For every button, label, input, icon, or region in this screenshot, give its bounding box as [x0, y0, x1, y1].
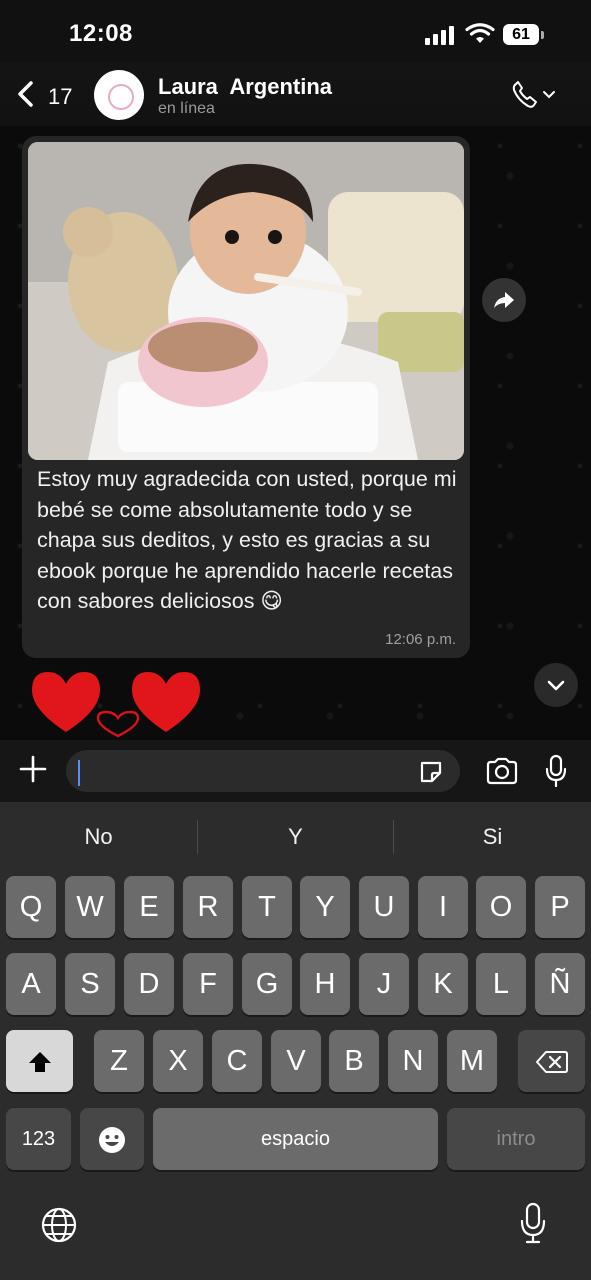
key-j[interactable]: J	[359, 953, 409, 1015]
shift-arrow-icon	[28, 1052, 51, 1073]
battery-icon	[541, 31, 544, 39]
globe-icon[interactable]	[40, 1206, 78, 1244]
unread-count[interactable]: 17	[48, 84, 72, 110]
scroll-down-button[interactable]	[534, 663, 578, 707]
heart-icon	[132, 672, 200, 732]
key-f[interactable]: F	[183, 953, 233, 1015]
key-y[interactable]: Y	[300, 876, 350, 938]
keyboard: No Y Si Q W E R T Y U I O P A S D F G H …	[0, 802, 591, 1280]
key-n[interactable]: N	[388, 1030, 438, 1092]
back-chevron-icon[interactable]	[16, 80, 34, 114]
text-cursor	[78, 760, 80, 786]
status-bar: 12:08 61	[0, 0, 591, 70]
key-z[interactable]: Z	[94, 1030, 144, 1092]
key-c[interactable]: C	[212, 1030, 262, 1092]
emoji-key[interactable]	[80, 1108, 144, 1170]
suggestion-item[interactable]: Si	[394, 824, 591, 850]
key-m[interactable]: M	[447, 1030, 497, 1092]
key-v[interactable]: V	[271, 1030, 321, 1092]
key-l[interactable]: L	[476, 953, 526, 1015]
space-key[interactable]: espacio	[153, 1108, 438, 1170]
message-photo[interactable]	[28, 142, 464, 460]
heart-outline-icon	[96, 710, 140, 738]
status-time: 12:08	[69, 20, 133, 47]
reaction-hearts	[32, 672, 200, 738]
chat-area[interactable]: Estoy muy agradecida con usted, porque m…	[0, 126, 591, 740]
emoji-icon	[99, 1127, 125, 1154]
chevron-down-icon	[547, 680, 565, 691]
key-a[interactable]: A	[6, 953, 56, 1015]
forward-button[interactable]	[482, 278, 526, 322]
forward-icon	[494, 292, 514, 308]
battery-level: 61	[503, 24, 539, 45]
contact-status: en línea	[158, 100, 215, 117]
avatar[interactable]	[94, 70, 144, 120]
key-p[interactable]: P	[535, 876, 585, 938]
sticker-icon[interactable]	[418, 759, 444, 785]
shift-key[interactable]	[6, 1030, 73, 1092]
dictation-microphone-icon[interactable]	[519, 1202, 547, 1244]
message-input[interactable]	[66, 750, 460, 792]
backspace-icon	[535, 1051, 568, 1074]
plus-icon[interactable]	[18, 754, 48, 784]
key-s[interactable]: S	[65, 953, 115, 1015]
cellular-signal-icon	[425, 26, 454, 45]
message-timestamp: 12:06 p.m.	[385, 631, 456, 648]
key-r[interactable]: R	[183, 876, 233, 938]
chat-header: 17 Laura Argentina en línea	[0, 62, 591, 126]
key-d[interactable]: D	[124, 953, 174, 1015]
message-bubble[interactable]: Estoy muy agradecida con usted, porque m…	[22, 136, 470, 658]
suggestion-item[interactable]: Y	[197, 824, 394, 850]
key-e[interactable]: E	[124, 876, 174, 938]
key-i[interactable]: I	[418, 876, 468, 938]
key-q[interactable]: Q	[6, 876, 56, 938]
key-x[interactable]: X	[153, 1030, 203, 1092]
call-button[interactable]	[510, 80, 558, 115]
contact-name[interactable]: Laura Argentina	[158, 74, 332, 100]
key-enye[interactable]: Ñ	[535, 953, 585, 1015]
suggestion-item[interactable]: No	[0, 824, 197, 850]
return-key[interactable]: intro	[447, 1108, 585, 1170]
key-o[interactable]: O	[476, 876, 526, 938]
delete-key[interactable]	[518, 1030, 585, 1092]
heart-icon	[32, 672, 100, 732]
microphone-icon[interactable]	[545, 754, 567, 788]
numbers-key[interactable]: 123	[6, 1108, 71, 1170]
avatar-logo-icon	[108, 84, 134, 110]
phone-icon	[512, 81, 555, 108]
key-u[interactable]: U	[359, 876, 409, 938]
key-h[interactable]: H	[300, 953, 350, 1015]
camera-icon[interactable]	[485, 757, 519, 785]
wifi-icon	[465, 23, 495, 43]
key-w[interactable]: W	[65, 876, 115, 938]
suggestion-bar: No Y Si	[0, 802, 591, 872]
key-t[interactable]: T	[242, 876, 292, 938]
key-k[interactable]: K	[418, 953, 468, 1015]
key-g[interactable]: G	[242, 953, 292, 1015]
baby-photo-image	[28, 142, 464, 460]
message-input-bar	[0, 740, 591, 802]
message-text: Estoy muy agradecida con usted, porque m…	[37, 467, 457, 614]
key-b[interactable]: B	[329, 1030, 379, 1092]
